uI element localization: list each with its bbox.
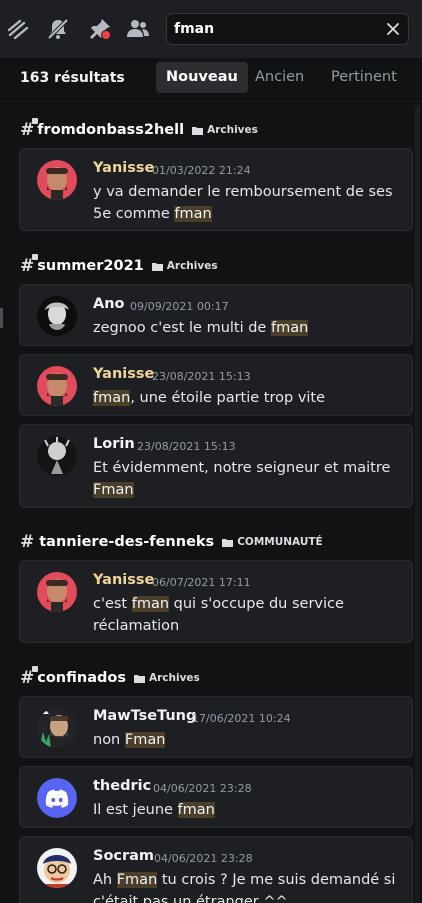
message-timestamp: 01/03/2022 21:24 bbox=[152, 164, 251, 177]
message-text: Et évidemment, notre seigneur et maitre … bbox=[93, 457, 403, 501]
avatar[interactable] bbox=[37, 572, 77, 612]
search-result-message[interactable]: Yanisse 01/03/2022 21:24 y va demander l… bbox=[19, 148, 413, 231]
avatar[interactable] bbox=[37, 296, 77, 336]
avatar[interactable] bbox=[37, 778, 77, 818]
folder-icon bbox=[222, 538, 234, 547]
search-result-message[interactable]: thedric 04/06/2021 23:28 Il est jeune fm… bbox=[19, 766, 413, 828]
discord-logo-icon bbox=[37, 778, 77, 818]
message-timestamp: 04/06/2021 23:28 bbox=[154, 852, 253, 865]
scrollbar-thumb[interactable] bbox=[415, 108, 420, 318]
clear-icon[interactable] bbox=[385, 21, 401, 37]
channel-header[interactable]: # summer2021 Archives bbox=[20, 254, 218, 277]
search-match-highlight: fman bbox=[177, 802, 215, 818]
avatar[interactable] bbox=[37, 708, 77, 748]
avatar[interactable] bbox=[37, 848, 77, 888]
folder-icon bbox=[133, 674, 145, 683]
message-timestamp: 06/07/2021 17:11 bbox=[152, 576, 251, 589]
message-timestamp: 09/09/2021 00:17 bbox=[130, 300, 229, 313]
pinned-icon[interactable] bbox=[88, 17, 112, 41]
message-timestamp: 04/06/2021 23:28 bbox=[153, 782, 252, 795]
message-text-part: y va demander le remboursement de ses 5e… bbox=[93, 184, 393, 222]
search-match-highlight: Fman bbox=[124, 732, 166, 748]
search-input[interactable]: fman bbox=[166, 13, 409, 45]
message-text: c'est fman qui s'occupe du service récla… bbox=[93, 593, 403, 637]
message-timestamp: 23/08/2021 15:13 bbox=[152, 370, 251, 383]
search-match-highlight: Fman bbox=[93, 482, 134, 498]
message-text-part: , une étoile partie trop vite bbox=[130, 390, 326, 406]
tab-pertinent[interactable]: Pertinent bbox=[321, 62, 407, 93]
tab-ancien[interactable]: Ancien bbox=[245, 62, 314, 93]
message-text-part: Il est jeune bbox=[93, 802, 178, 818]
channel-category: COMMUNAUTÉ bbox=[237, 536, 323, 548]
search-result-message[interactable]: MawTseTung 17/06/2021 10:24 non Fman bbox=[19, 696, 413, 758]
message-text: Il est jeune fman bbox=[93, 799, 403, 821]
message-text-part: Ah bbox=[93, 872, 117, 888]
search-match-highlight: fman bbox=[131, 596, 170, 612]
avatar[interactable] bbox=[37, 366, 77, 406]
message-text: Ah Fman tu crois ? Je me suis demandé si… bbox=[93, 869, 403, 903]
message-text: y va demander le remboursement de ses 5e… bbox=[93, 181, 403, 225]
author-name[interactable]: MawTseTung bbox=[93, 708, 196, 724]
channel-hash-icon: # bbox=[20, 666, 39, 688]
tab-nouveau[interactable]: Nouveau bbox=[156, 62, 248, 93]
results-header: 163 résultats Nouveau Ancien Pertinent bbox=[0, 58, 422, 104]
search-result-message[interactable]: Socram 04/06/2021 23:28 Ah Fman tu crois… bbox=[19, 836, 413, 903]
search-match-highlight: fman bbox=[93, 390, 131, 406]
search-match-highlight: Fman bbox=[116, 872, 158, 888]
folder-icon bbox=[151, 262, 163, 271]
message-text: zegnoo c'est le multi de fman bbox=[93, 317, 403, 339]
message-timestamp: 17/06/2021 10:24 bbox=[192, 712, 291, 725]
channel-category: Archives bbox=[166, 260, 218, 272]
channel-hash-icon: # bbox=[20, 532, 35, 552]
message-text-part: Et évidemment, notre seigneur et maitre bbox=[93, 460, 391, 476]
search-match-highlight: fman bbox=[174, 206, 212, 222]
search-result-message[interactable]: Lorin 23/08/2021 15:13 Et évidemment, no… bbox=[19, 424, 413, 508]
channel-header[interactable]: # tanniere-des-fenneks COMMUNAUTÉ bbox=[20, 531, 323, 553]
author-name[interactable]: thedric bbox=[93, 778, 151, 794]
mute-icon[interactable] bbox=[46, 17, 70, 41]
threads-icon[interactable] bbox=[6, 17, 30, 41]
author-name[interactable]: Yanisse bbox=[93, 160, 154, 176]
member-list-icon[interactable] bbox=[126, 17, 150, 41]
search-match-highlight: fman bbox=[270, 320, 309, 336]
channel-name[interactable]: tanniere-des-fenneks bbox=[39, 534, 214, 550]
channel-category: Archives bbox=[207, 124, 258, 136]
author-name[interactable]: Ano bbox=[93, 296, 125, 312]
search-result-message[interactable]: Yanisse 23/08/2021 15:13 fman, une étoil… bbox=[19, 354, 413, 416]
results-count: 163 résultats bbox=[20, 70, 125, 86]
channel-name[interactable]: summer2021 bbox=[37, 258, 144, 274]
author-name[interactable]: Socram bbox=[93, 848, 154, 864]
channel-name[interactable]: confinados bbox=[37, 670, 126, 686]
channel-hash-icon: # bbox=[20, 254, 39, 276]
channel-hash-icon: # bbox=[20, 118, 39, 140]
message-text-part: non bbox=[93, 732, 125, 748]
message-timestamp: 23/08/2021 15:13 bbox=[137, 440, 236, 453]
channel-header[interactable]: # fromdonbass2hell Archives bbox=[20, 118, 258, 141]
channel-category: Archives bbox=[148, 672, 200, 684]
message-text: fman, une étoile partie trop vite bbox=[93, 387, 403, 409]
search-result-message[interactable]: Ano 09/09/2021 00:17 zegnoo c'est le mul… bbox=[19, 284, 413, 346]
message-text-part: c'est bbox=[93, 596, 132, 612]
search-results-list: # fromdonbass2hell Archives Yanisse 01/0… bbox=[0, 104, 422, 903]
message-text-part: zegnoo c'est le multi de bbox=[93, 320, 271, 336]
folder-icon bbox=[192, 126, 204, 135]
channel-header[interactable]: # confinados Archives bbox=[20, 666, 200, 689]
search-result-message[interactable]: Yanisse 06/07/2021 17:11 c'est fman qui … bbox=[19, 560, 413, 643]
avatar[interactable] bbox=[37, 436, 77, 476]
author-name[interactable]: Yanisse bbox=[93, 572, 154, 588]
author-name[interactable]: Yanisse bbox=[93, 366, 154, 382]
message-text: non Fman bbox=[93, 729, 403, 751]
channel-name[interactable]: fromdonbass2hell bbox=[37, 122, 184, 138]
search-query[interactable]: fman bbox=[174, 21, 214, 37]
top-toolbar: fman bbox=[0, 0, 422, 58]
author-name[interactable]: Lorin bbox=[93, 436, 135, 452]
avatar[interactable] bbox=[37, 160, 77, 200]
